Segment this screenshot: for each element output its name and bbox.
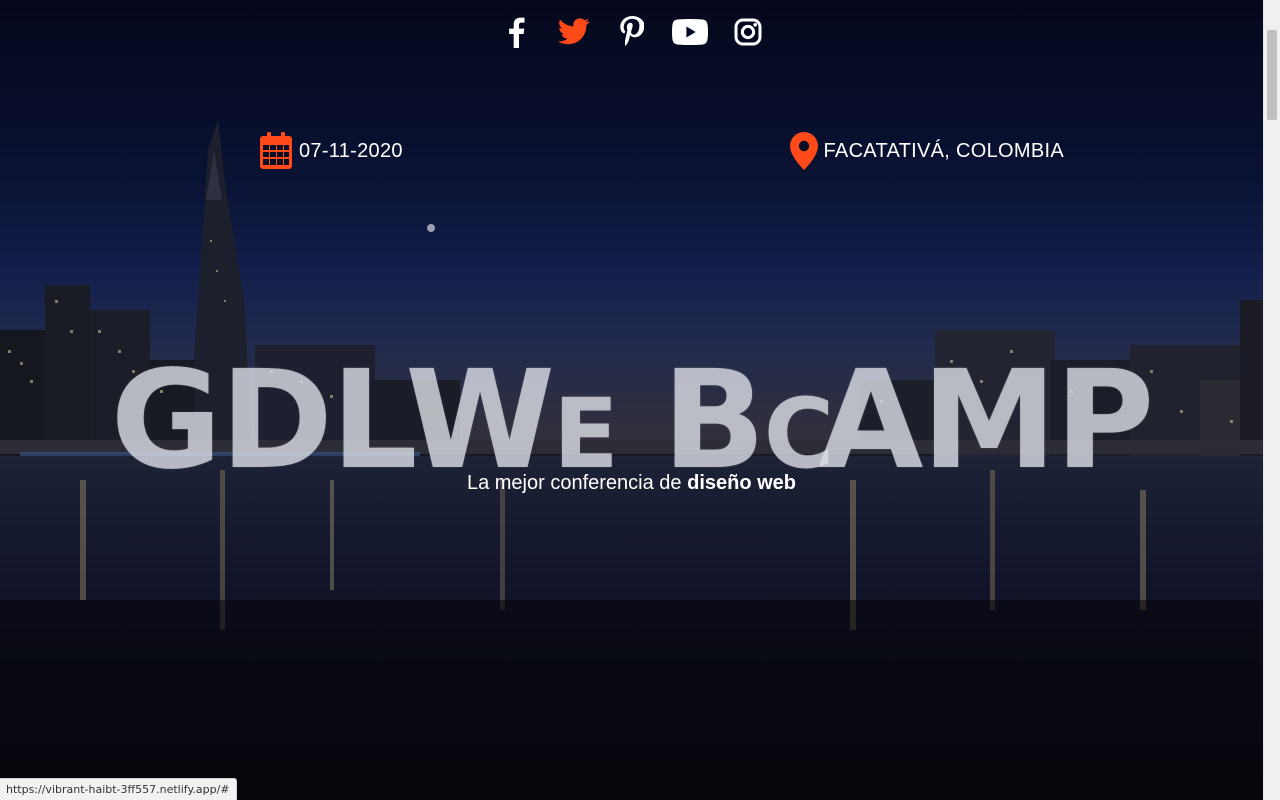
map-marker-icon: [789, 132, 818, 170]
vertical-scrollbar[interactable]: [1263, 0, 1280, 800]
social-links: [0, 14, 1263, 50]
youtube-icon: [671, 19, 708, 45]
event-date: 07-11-2020: [259, 132, 403, 170]
facebook-icon: [508, 17, 524, 48]
tagline-bold: diseño web: [687, 472, 797, 494]
hero-section: 07-11-2020 FACATATIVÁ, COLOMBIA GDLWE BC…: [0, 0, 1263, 800]
pinterest-icon: [619, 16, 644, 47]
youtube-link[interactable]: [671, 14, 708, 50]
hero-tagline: La mejor conferencia de diseño web: [0, 472, 1263, 495]
twitter-link[interactable]: [556, 14, 592, 50]
browser-viewport: 07-11-2020 FACATATIVÁ, COLOMBIA GDLWE BC…: [0, 0, 1280, 800]
twitter-icon: [557, 18, 590, 45]
facebook-link[interactable]: [498, 14, 534, 50]
hero-title: GDLWE BCAMP: [0, 353, 1263, 489]
tagline-prefix: La mejor conferencia de: [466, 472, 688, 494]
event-info: 07-11-2020 FACATATIVÁ, COLOMBIA: [259, 132, 1064, 170]
calendar-icon: [260, 132, 292, 169]
pinterest-link[interactable]: [614, 14, 650, 50]
instagram-link[interactable]: [730, 14, 766, 50]
link-status-bar: https://vibrant-haibt-3ff557.netlify.app…: [0, 778, 237, 800]
instagram-icon: [734, 18, 761, 46]
scrollbar-thumb[interactable]: [1267, 30, 1277, 120]
event-location: FACATATIVÁ, COLOMBIA: [789, 132, 1064, 170]
event-date-text: 07-11-2020: [299, 139, 403, 162]
event-location-text: FACATATIVÁ, COLOMBIA: [823, 139, 1064, 162]
